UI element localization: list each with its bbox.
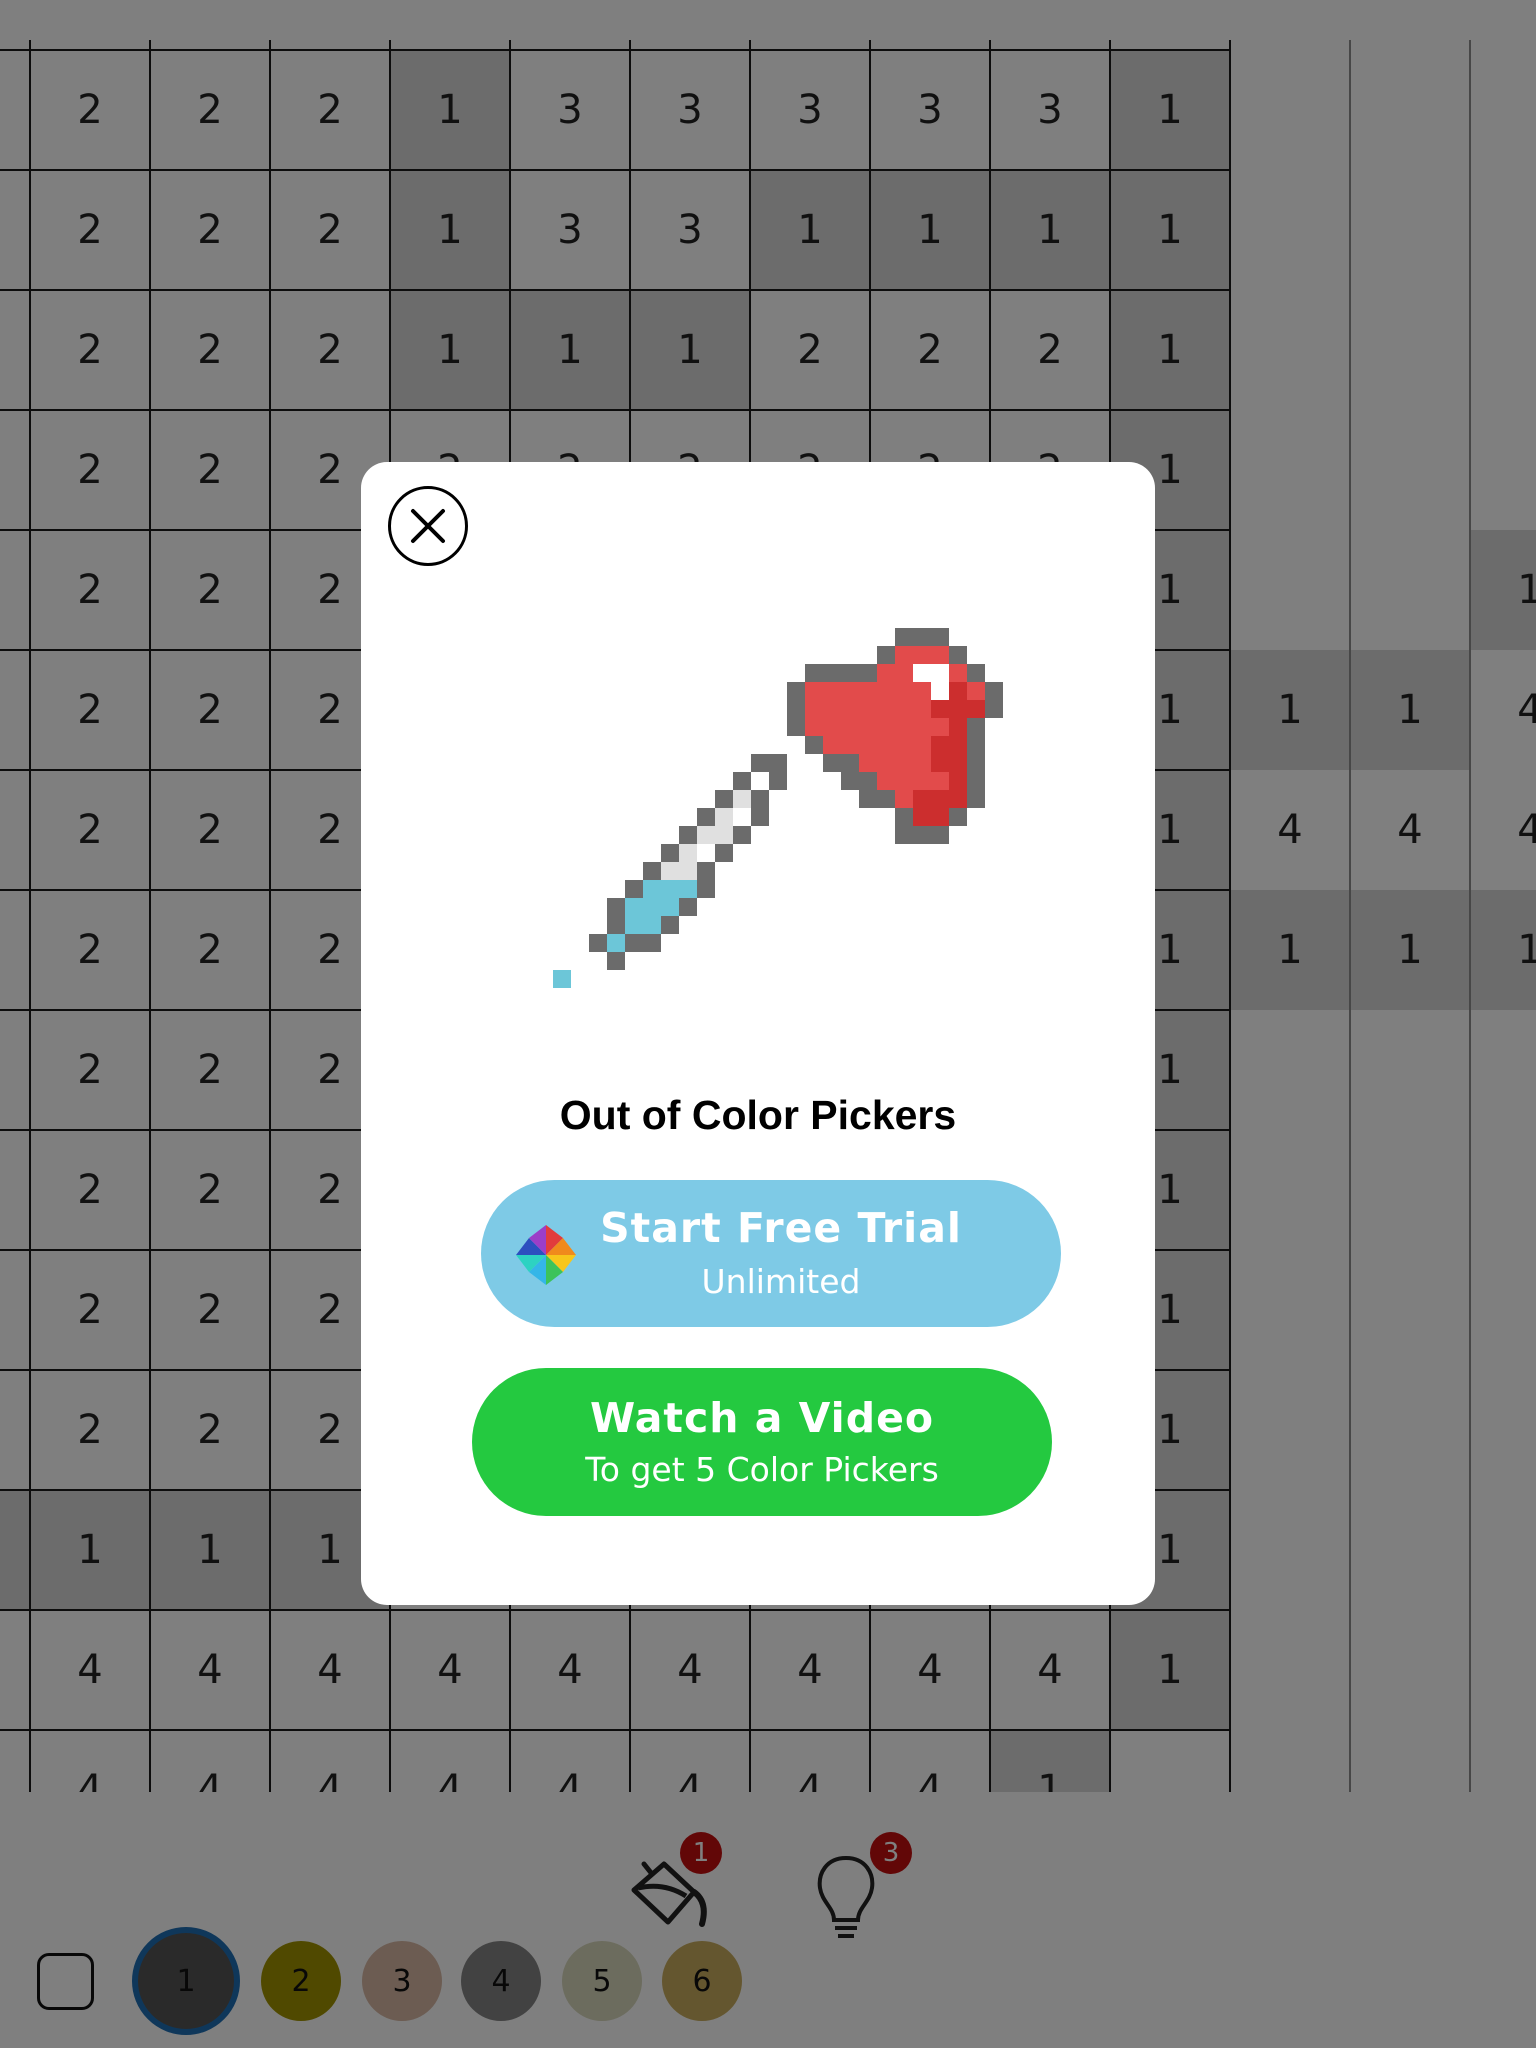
color-picker-heart-illustration (553, 628, 1003, 988)
out-of-pickers-dialog: Out of Color Pickers Start Free Trial Un… (361, 462, 1155, 1605)
watch-video-button[interactable]: Watch a Video To get 5 Color Pickers (472, 1368, 1052, 1516)
start-free-trial-button[interactable]: Start Free Trial Unlimited (481, 1180, 1061, 1327)
dialog-title: Out of Color Pickers (559, 1092, 957, 1138)
video-subtitle: To get 5 Color Pickers (585, 1450, 939, 1489)
trial-subtitle: Unlimited (701, 1262, 861, 1301)
trial-title: Start Free Trial (600, 1204, 962, 1252)
video-title: Watch a Video (589, 1394, 935, 1442)
